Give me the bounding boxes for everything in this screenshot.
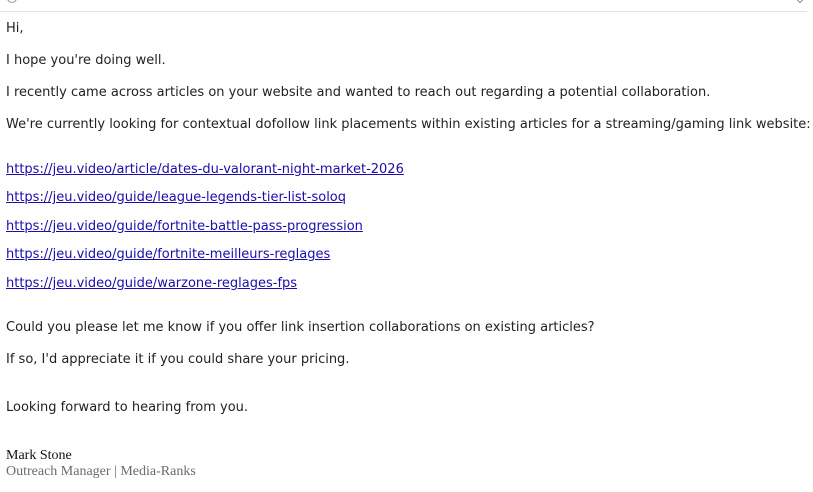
opening-line: I hope you're doing well. (6, 53, 166, 68)
chevron-down-icon[interactable] (795, 0, 805, 4)
greeting: Hi, (6, 21, 24, 36)
article-link[interactable]: https://jeu.video/guide/fortnite-meilleu… (6, 247, 330, 263)
article-link[interactable]: https://jeu.video/guide/league-legends-t… (6, 190, 346, 206)
circle-icon (7, 0, 17, 3)
signature-name: Mark Stone (6, 448, 72, 463)
signature-title: Outreach Manager | Media-Ranks (6, 464, 196, 479)
pricing-paragraph: If so, I'd appreciate it if you could sh… (6, 352, 350, 367)
article-link[interactable]: https://jeu.video/article/dates-du-valor… (6, 162, 404, 178)
question-paragraph: Could you please let me know if you offe… (6, 320, 595, 335)
request-paragraph: We're currently looking for contextual d… (6, 117, 811, 132)
header-divider (0, 11, 807, 12)
article-link[interactable]: https://jeu.video/guide/warzone-reglages… (6, 276, 297, 292)
intro-paragraph: I recently came across articles on your … (6, 85, 711, 100)
closing-line: Looking forward to hearing from you. (6, 400, 249, 415)
article-link[interactable]: https://jeu.video/guide/fortnite-battle-… (6, 219, 363, 235)
